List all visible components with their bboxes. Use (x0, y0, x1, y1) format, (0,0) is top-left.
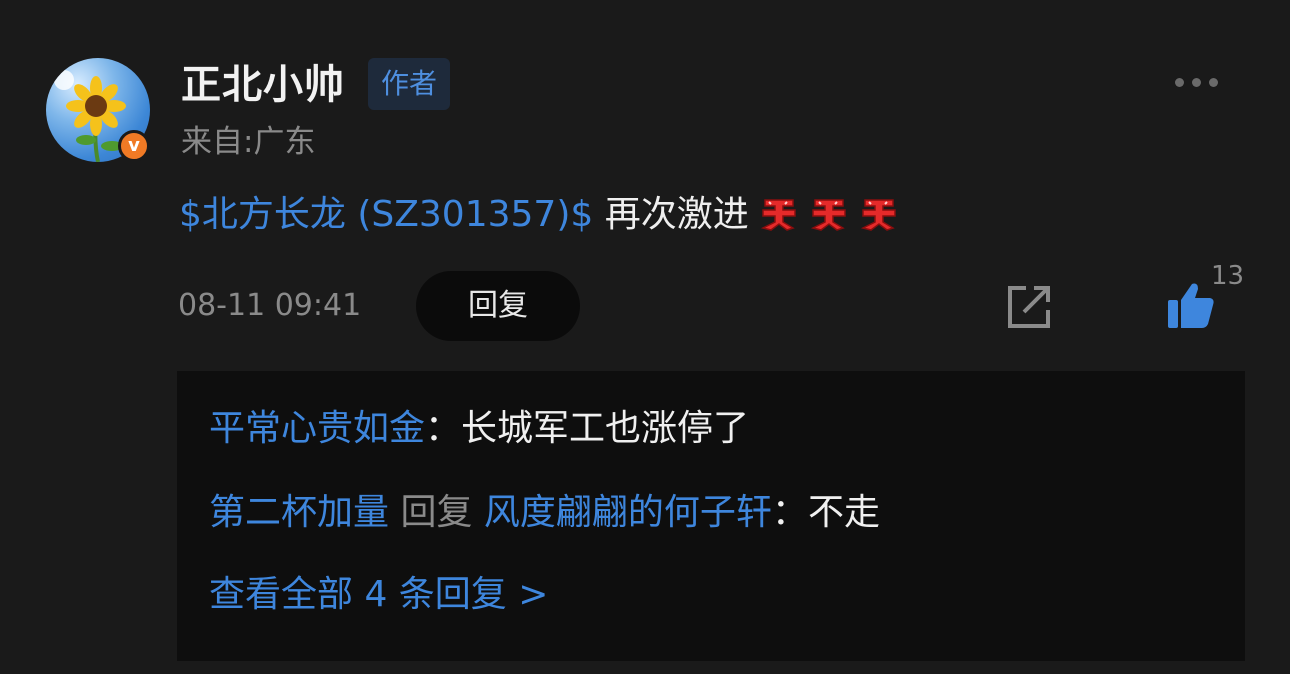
buy-emoji-icon (809, 196, 849, 232)
verified-badge-icon: v (118, 130, 150, 162)
reply-text: 不走 (807, 492, 880, 533)
like-count: 13 (1211, 261, 1245, 291)
reply-user[interactable]: 第二杯加量 (209, 492, 389, 533)
reply-item[interactable]: 平常心贵如金：长城军工也涨停了 (209, 404, 749, 454)
share-icon[interactable] (1006, 284, 1052, 330)
location-text: 来自:广东 (181, 124, 316, 160)
reply-target-user[interactable]: 风度翩翩的何子轩 (484, 492, 772, 533)
reply-item[interactable]: 第二杯加量 回复 风度翩翩的何子轩：不走 (209, 488, 880, 538)
stock-tag-link[interactable]: $北方长龙 (SZ301357)$ (179, 194, 593, 235)
reply-text: 长城军工也涨停了 (461, 408, 750, 449)
buy-emoji-icon (859, 196, 899, 232)
view-all-replies-link[interactable]: 查看全部 4 条回复 > (209, 570, 548, 620)
thumbs-up-icon[interactable] (1166, 280, 1216, 330)
reply-colon: ： (771, 492, 808, 533)
post-text: 再次激进 (593, 194, 749, 235)
buy-emoji-icon (759, 196, 799, 232)
reply-word: 回复 (389, 492, 484, 533)
reply-colon: ： (425, 408, 462, 449)
replies-panel: 平常心贵如金：长城军工也涨停了 第二杯加量 回复 风度翩翩的何子轩：不走 查看全… (177, 371, 1245, 661)
username[interactable]: 正北小帅 (181, 60, 345, 110)
reply-user[interactable]: 平常心贵如金 (209, 408, 425, 449)
author-badge: 作者 (368, 58, 450, 110)
timestamp: 08-11 09:41 (178, 288, 362, 323)
post-content: $北方长龙 (SZ301357)$ 再次激进 (179, 188, 899, 242)
reply-button[interactable]: 回复 (416, 271, 580, 341)
more-options-icon[interactable] (1175, 72, 1225, 92)
